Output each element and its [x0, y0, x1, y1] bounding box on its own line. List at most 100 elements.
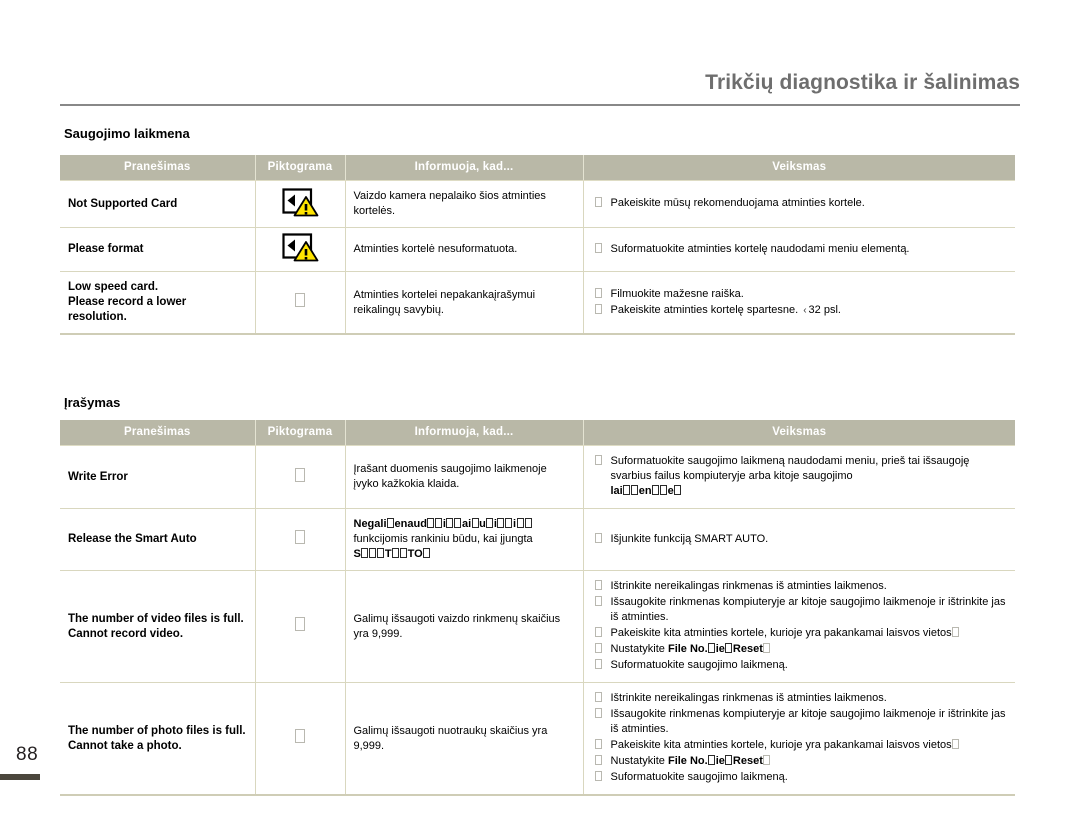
text-fragment: File No.	[667, 755, 708, 767]
bullet-missing-glyph-icon	[594, 455, 602, 465]
page-header-title: Trikčių diagnostika ir šalinimas	[705, 71, 1020, 94]
bullet-missing-glyph-icon	[594, 627, 602, 637]
action-item: Išsaugokite rinkmenas kompiuteryje ar ki…	[594, 595, 1008, 625]
missing-glyph-icon	[454, 518, 462, 528]
action-item: Suformatuokite saugojimo laikmeną.	[594, 658, 1008, 673]
action-text: Ištrinkite nereikalingas rinkmenas iš at…	[610, 692, 887, 704]
message-line: Cannot take a photo.	[68, 739, 182, 752]
text-fragment: enaud	[394, 518, 427, 530]
table-row: Write Error Įrašant duomenis saugojimo la…	[60, 445, 1015, 509]
memory-card-warning-icon	[281, 232, 319, 262]
missing-glyph-icon	[295, 617, 305, 631]
cell-message: Release the Smart Auto	[60, 508, 256, 571]
missing-glyph-icon	[295, 293, 305, 307]
table-row: The number of video files is full. Cannot…	[60, 570, 1015, 683]
column-header-icon: Piktograma	[255, 155, 346, 181]
cell-action: Filmuokite mažesne raiška. Pakeiskite atm…	[583, 271, 1015, 335]
bullet-missing-glyph-icon	[594, 643, 602, 653]
page-reference: ‹ 32 psl.	[798, 304, 841, 316]
missing-glyph-icon	[505, 518, 513, 528]
cell-action: Ištrinkite nereikalingas rinkmenas iš at…	[583, 682, 1015, 796]
cell-info: Negali enaud i ai u i i funkcijomis rankiniu bū…	[345, 508, 584, 571]
document-page: Trikčių diagnostika ir šalinimas 88 Saug…	[0, 0, 1080, 827]
section-title-recording: Įrašymas	[64, 395, 121, 410]
missing-glyph-icon	[952, 739, 960, 749]
action-text: Suformatuokite saugojimo laikmeną naudod…	[610, 455, 970, 482]
page-number-bar	[0, 774, 40, 780]
header-divider	[60, 104, 1020, 106]
cell-info: Atminties kortelė nesuformatuota.	[345, 227, 584, 272]
action-item: Ištrinkite nereikalingas rinkmenas iš at…	[594, 691, 1008, 706]
bullet-missing-glyph-icon	[594, 692, 602, 702]
text-fragment: T	[384, 548, 392, 560]
text-fragment: ai	[461, 518, 472, 530]
column-header-message: Pranešimas	[60, 420, 256, 446]
text-fragment: e	[667, 485, 674, 497]
action-emphasis-tail: lai en e	[611, 484, 1008, 499]
column-header-message: Pranešimas	[60, 155, 256, 181]
action-list: Filmuokite mažesne raiška. Pakeiskite atm…	[594, 287, 1008, 318]
action-list: Ištrinkite nereikalingas rinkmenas iš at…	[594, 579, 1008, 673]
cell-info: Galimų išsaugoti vaizdo rinkmenų skaičiu…	[345, 570, 584, 683]
cell-action: Suformatuokite atminties kortelę naudoda…	[583, 227, 1015, 272]
text-fragment: u	[479, 518, 486, 530]
action-list: Suformatuokite saugojimo laikmeną naudod…	[594, 454, 1008, 499]
missing-glyph-icon	[708, 755, 716, 765]
bullet-missing-glyph-icon	[594, 755, 602, 765]
missing-glyph-icon	[763, 755, 771, 765]
missing-glyph-icon	[361, 548, 369, 558]
table-row: Please format Atminties kortelė nesuforma…	[60, 227, 1015, 272]
column-header-action: Veiksmas	[583, 420, 1015, 446]
text-fragment: File No.	[667, 643, 708, 655]
text-fragment: ie	[715, 643, 725, 655]
cell-action: Pakeiskite mūsų rekomenduojama atminties…	[583, 180, 1015, 228]
missing-glyph-icon	[631, 485, 639, 495]
cell-message: The number of photo files is full. Cannot…	[60, 682, 256, 796]
table-row: Release the Smart Auto Negali enaud i ai u i i f…	[60, 508, 1015, 571]
action-item: Suformatuokite saugojimo laikmeną.	[594, 770, 1008, 785]
missing-glyph-icon	[400, 548, 408, 558]
cell-info: Atminties kortelei nepakankaįrašymui rei…	[345, 271, 584, 335]
action-list: Pakeiskite mūsų rekomenduojama atminties…	[594, 196, 1008, 211]
action-text: Nustatykite	[610, 755, 668, 767]
message-line: Please record a lower resolution.	[68, 296, 187, 323]
action-text: Pakeiskite kita atminties kortele, kurio…	[610, 739, 952, 751]
action-emphasis: File No. ie Reset	[668, 755, 763, 767]
column-header-info: Informuoja, kad...	[345, 420, 584, 446]
missing-glyph-icon	[471, 518, 479, 528]
cell-icon	[255, 682, 346, 796]
text-fragment: en	[638, 485, 652, 497]
bullet-missing-glyph-icon	[594, 771, 602, 781]
missing-glyph-icon	[725, 643, 733, 653]
bullet-missing-glyph-icon	[594, 659, 602, 669]
missing-glyph-icon	[763, 643, 771, 653]
text-fragment: ie	[715, 755, 725, 767]
cell-info: Vaizdo kamera nepalaiko šios atminties k…	[345, 180, 584, 228]
missing-glyph-icon	[435, 518, 443, 528]
page-ref-label: 32 psl.	[808, 303, 841, 316]
cell-icon	[255, 180, 346, 228]
message-line: Cannot record video.	[68, 627, 184, 640]
bullet-missing-glyph-icon	[594, 197, 602, 207]
action-list: Suformatuokite atminties kortelę naudoda…	[594, 242, 1008, 257]
missing-glyph-icon	[652, 485, 660, 495]
table-storage-media: Pranešimas Piktograma Informuoja, kad...…	[60, 155, 1015, 335]
action-text: Suformatuokite saugojimo laikmeną.	[610, 771, 788, 783]
message-line: Release the Smart Auto	[68, 533, 197, 545]
message-line: Low speed card.	[68, 281, 159, 293]
bullet-missing-glyph-icon	[594, 532, 602, 543]
message-line: The number of photo files is full.	[68, 724, 246, 737]
cell-action: Ištrinkite nereikalingas rinkmenas iš at…	[583, 570, 1015, 683]
action-text: Ištrinkite nereikalingas rinkmenas iš at…	[610, 580, 887, 592]
cell-info: Įrašant duomenis saugojimo laikmenoje įv…	[345, 445, 584, 509]
table-row: Low speed card. Please record a lower res…	[60, 271, 1015, 335]
page-number: 88	[16, 744, 39, 765]
table-row: The number of photo files is full. Cannot…	[60, 682, 1015, 796]
action-item: Filmuokite mažesne raiška.	[594, 287, 1008, 302]
missing-glyph-icon	[725, 755, 733, 765]
info-line: Negali enaud i ai u i i	[354, 517, 575, 532]
cell-icon	[255, 508, 346, 571]
missing-glyph-icon	[295, 530, 305, 544]
info-line: funkcijomis rankiniu būdu, kai įjungta	[353, 533, 533, 545]
action-item: Ištrinkite nereikalingas rinkmenas iš at…	[594, 579, 1008, 594]
